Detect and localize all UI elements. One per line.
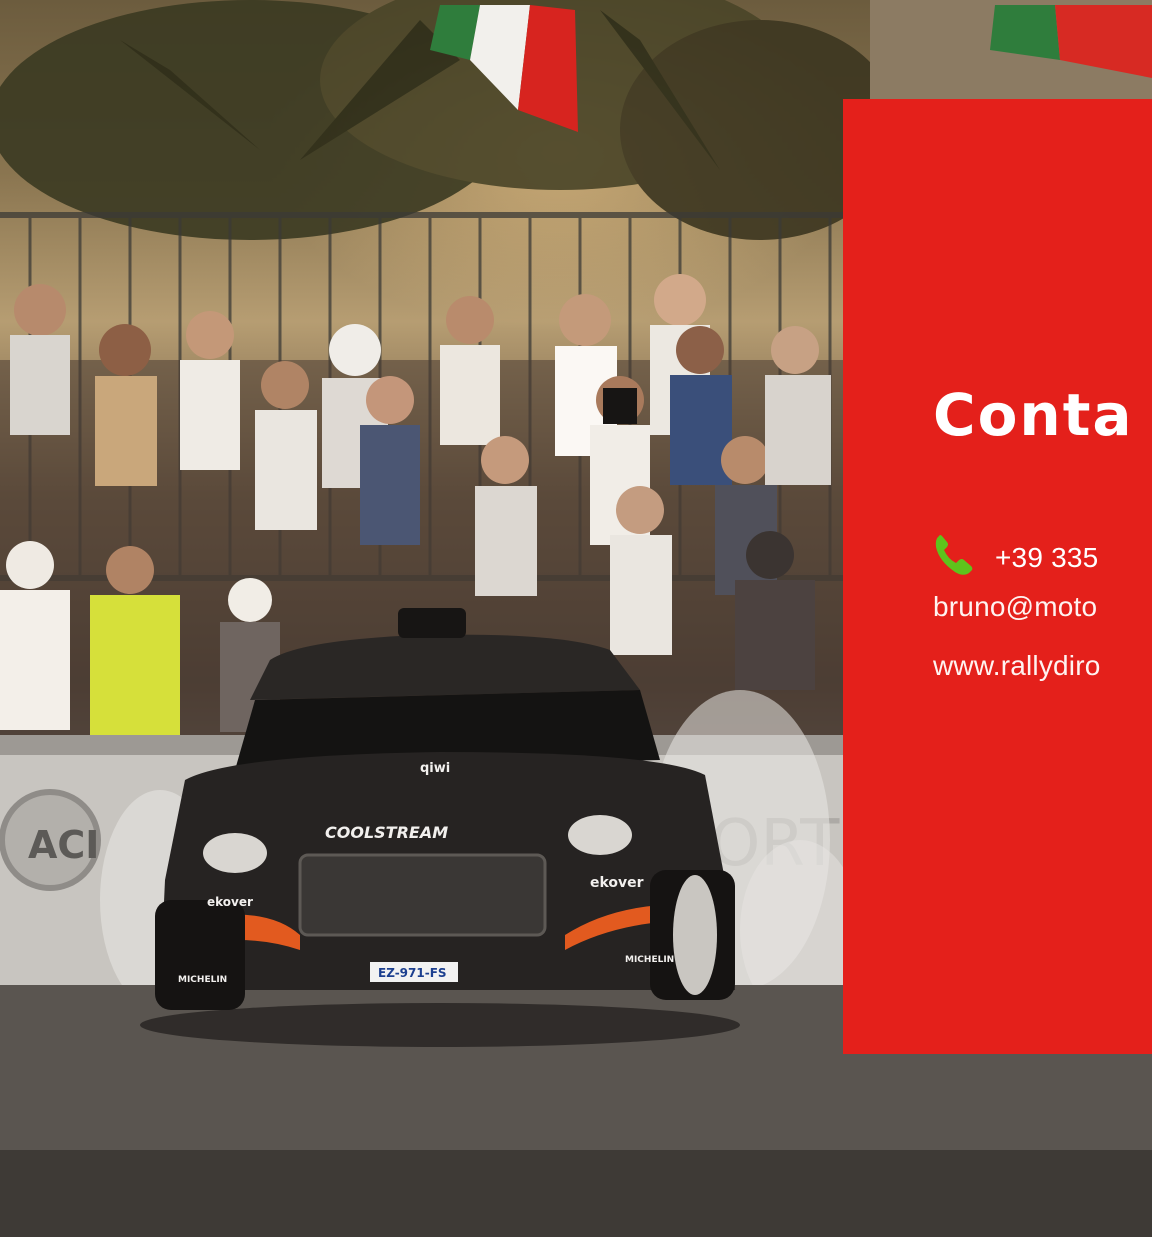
license-plate: EZ-971-FS	[378, 966, 447, 980]
svg-text:qiwi: qiwi	[420, 761, 450, 776]
contact-card: Conta +39 335 bruno@moto www.rallydiro	[843, 99, 1152, 1054]
svg-text:ekover: ekover	[590, 875, 644, 891]
website-link[interactable]: www.rallydiro	[933, 650, 1101, 682]
aci-logo-text: ACI	[28, 823, 99, 867]
phone-row[interactable]: +39 335	[933, 533, 1098, 577]
svg-text:MICHELIN: MICHELIN	[178, 975, 227, 985]
svg-text:ekover: ekover	[207, 895, 253, 909]
page: ACI ORT	[0, 0, 1152, 1237]
contact-title: Conta	[933, 381, 1134, 449]
email-link[interactable]: bruno@moto	[933, 591, 1097, 623]
phone-icon	[933, 533, 973, 577]
phone-number[interactable]: +39 335	[995, 542, 1098, 573]
svg-text:MICHELIN: MICHELIN	[625, 955, 674, 965]
coolstream-livery: COOLSTREAM	[325, 823, 448, 842]
